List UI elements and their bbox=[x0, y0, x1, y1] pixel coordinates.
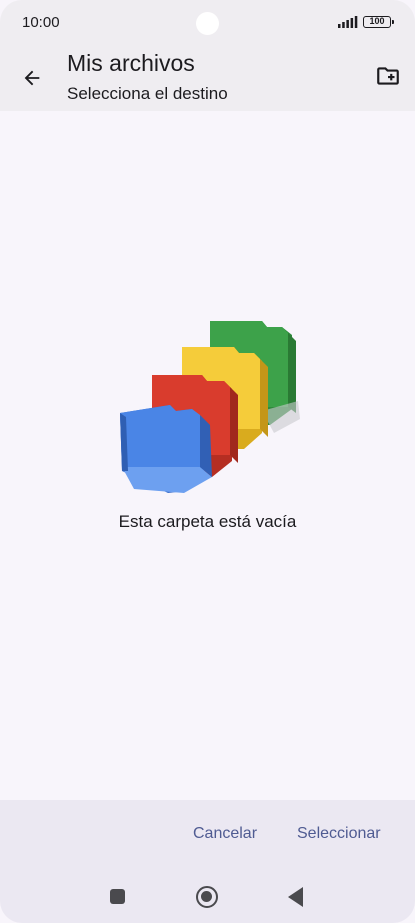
create-new-folder-icon bbox=[377, 67, 399, 85]
recents-icon[interactable] bbox=[110, 889, 125, 904]
cancel-button[interactable]: Cancelar bbox=[193, 825, 257, 843]
back-icon[interactable] bbox=[288, 887, 303, 907]
arrow-back-icon bbox=[24, 70, 40, 86]
page-title: Mis archivos bbox=[67, 50, 195, 76]
empty-folder-message: Esta carpeta está vacía bbox=[118, 512, 297, 531]
app-bar: Mis archivos Selecciona el destino bbox=[0, 44, 415, 111]
home-icon[interactable] bbox=[196, 886, 218, 908]
select-button[interactable]: Seleccionar bbox=[297, 825, 381, 843]
status-bar: 10:00 100 bbox=[0, 0, 415, 44]
back-button[interactable] bbox=[14, 60, 50, 96]
phone-screen: 10:00 100 Mis archivos Selecciona el des… bbox=[0, 0, 415, 923]
empty-folders-illustration bbox=[120, 321, 300, 493]
new-folder-button[interactable] bbox=[372, 60, 404, 92]
status-time: 10:00 bbox=[22, 14, 60, 31]
signal-icon bbox=[338, 16, 358, 28]
page-subtitle: Selecciona el destino bbox=[67, 84, 228, 103]
battery-icon: 100 bbox=[363, 16, 394, 28]
camera-cutout bbox=[196, 12, 219, 35]
action-bar: Cancelar Seleccionar bbox=[0, 800, 415, 870]
file-list-area: Esta carpeta está vacía bbox=[0, 111, 415, 800]
system-nav-bar bbox=[0, 870, 415, 923]
